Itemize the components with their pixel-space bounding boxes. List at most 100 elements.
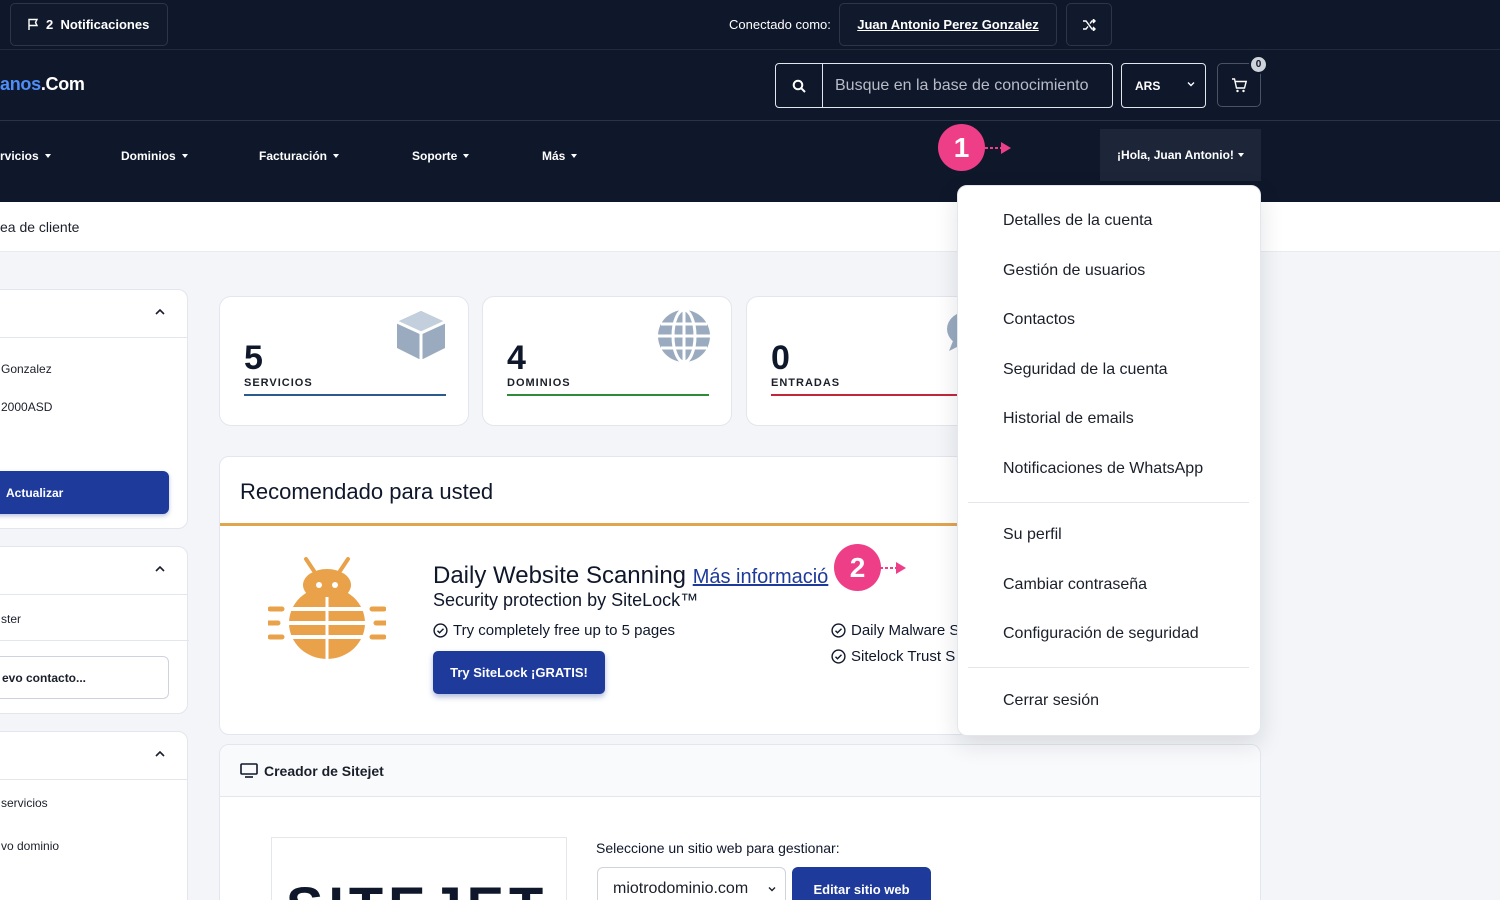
search-button[interactable] bbox=[776, 64, 823, 107]
caret-down-icon bbox=[333, 154, 340, 158]
chevron-up-icon bbox=[155, 308, 165, 315]
chevron-down-icon bbox=[768, 887, 776, 892]
cube-icon bbox=[396, 311, 446, 360]
new-contact-button[interactable]: evo contacto... bbox=[0, 656, 169, 699]
feature-item: Sitelock Trust S bbox=[831, 648, 955, 665]
stat-label: SERVICIOS bbox=[244, 377, 313, 389]
check-circle-icon bbox=[433, 623, 448, 638]
stat-underline bbox=[771, 394, 973, 396]
menu-item-security-settings[interactable]: Configuración de seguridad bbox=[1003, 625, 1199, 643]
sidebar-shortcuts-panel: servicios vo dominio bbox=[0, 731, 188, 900]
site-select-label: Seleccione un sitio web para gestionar: bbox=[596, 840, 840, 856]
check-circle-icon bbox=[831, 623, 846, 638]
knowledgebase-search bbox=[775, 63, 1113, 108]
nav-billing[interactable]: Facturación bbox=[259, 149, 340, 163]
nav-services[interactable]: rvicios bbox=[0, 149, 51, 163]
feature-item: Try completely free up to 5 pages bbox=[433, 622, 675, 639]
connected-as-label: Conectado como: bbox=[729, 17, 831, 32]
stat-value: 0 bbox=[771, 339, 790, 377]
profile-name: Gonzalez bbox=[1, 362, 52, 376]
sitejet-title: Creador de Sitejet bbox=[264, 762, 384, 779]
menu-item-account-details[interactable]: Detalles de la cuenta bbox=[1003, 212, 1152, 230]
sitejet-header: Creador de Sitejet bbox=[220, 745, 1260, 797]
edit-website-button[interactable]: Editar sitio web bbox=[792, 867, 931, 900]
user-dropdown-menu: Detalles de la cuenta Gestión de usuario… bbox=[957, 185, 1261, 736]
caret-down-icon bbox=[571, 154, 578, 158]
feature-item: Daily Malware S bbox=[831, 622, 959, 639]
stat-card-services[interactable]: 5 SERVICIOS bbox=[219, 296, 469, 426]
chevron-up-icon bbox=[155, 565, 165, 572]
header: anos.Com ARS bbox=[0, 50, 1500, 121]
recommended-panel: Recomendado para usted Daily Website Sca… bbox=[219, 456, 979, 735]
breadcrumb: ea de cliente bbox=[0, 202, 1500, 252]
menu-item-change-password[interactable]: Cambiar contraseña bbox=[1003, 576, 1147, 594]
product-title: Daily Website Scanning Más informació bbox=[433, 562, 829, 589]
menu-item-logout[interactable]: Cerrar sesión bbox=[1003, 692, 1099, 710]
more-info-link[interactable]: Más informació bbox=[693, 566, 829, 588]
switch-account-button[interactable] bbox=[1066, 3, 1112, 46]
nav-domains[interactable]: Dominios bbox=[121, 149, 188, 163]
product-subtitle: Security protection by SiteLock™ bbox=[433, 590, 699, 610]
bug-icon bbox=[268, 557, 386, 659]
panel-header[interactable] bbox=[0, 732, 187, 780]
menu-item-email-history[interactable]: Historial de emails bbox=[1003, 410, 1134, 428]
sidebar-profile-panel: Gonzalez 2000ASD Actualizar bbox=[0, 289, 188, 529]
menu-item-profile[interactable]: Su perfil bbox=[1003, 526, 1062, 544]
check-circle-icon bbox=[831, 649, 846, 664]
stat-label: ENTRADAS bbox=[771, 377, 841, 389]
nav-more[interactable]: Más bbox=[542, 149, 578, 163]
step-marker-2: 2 bbox=[834, 544, 881, 591]
globe-icon bbox=[658, 308, 710, 364]
profile-code: 2000ASD bbox=[1, 400, 53, 414]
sidebar-contacts-panel: ster evo contacto... bbox=[0, 546, 189, 714]
panel-header[interactable] bbox=[0, 547, 187, 595]
currency-select[interactable]: ARS bbox=[1121, 63, 1206, 108]
shortcut-services[interactable]: servicios bbox=[1, 796, 48, 810]
currency-value: ARS bbox=[1135, 78, 1161, 93]
try-sitelock-button[interactable]: Try SiteLock ¡GRATIS! bbox=[433, 651, 605, 694]
notifications-label: 2 Notificaciones bbox=[46, 17, 150, 32]
arrow-right-icon bbox=[985, 142, 1011, 154]
site-select[interactable]: miotrodominio.com bbox=[597, 867, 786, 900]
logged-user-link[interactable]: Juan Antonio Perez Gonzalez bbox=[839, 3, 1057, 46]
menu-item-whatsapp-notifications[interactable]: Notificaciones de WhatsApp bbox=[1003, 460, 1203, 478]
stat-value: 5 bbox=[244, 339, 263, 377]
stat-label: DOMINIOS bbox=[507, 377, 571, 389]
notifications-button[interactable]: 2 Notificaciones bbox=[10, 3, 168, 46]
recommended-title: Recomendado para usted bbox=[240, 479, 494, 504]
step-marker-1: 1 bbox=[938, 124, 985, 171]
menu-item-contacts[interactable]: Contactos bbox=[1003, 311, 1075, 329]
contacts-line[interactable]: ster bbox=[1, 612, 21, 626]
breadcrumb-current: ea de cliente bbox=[0, 219, 80, 235]
cart-count-badge: 0 bbox=[1249, 55, 1268, 74]
top-bar: 2 Notificaciones Conectado como: Juan An… bbox=[0, 0, 1500, 50]
arrow-right-icon bbox=[880, 562, 906, 574]
shuffle-icon bbox=[1083, 18, 1096, 31]
user-menu-toggle[interactable]: ¡Hola, Juan Antonio! bbox=[1100, 129, 1261, 181]
stat-underline bbox=[244, 394, 446, 396]
chevron-up-icon bbox=[155, 750, 165, 757]
recommended-divider bbox=[220, 523, 978, 526]
menu-divider bbox=[968, 667, 1249, 668]
search-input[interactable] bbox=[823, 64, 1112, 107]
logo[interactable]: anos.Com bbox=[0, 74, 85, 95]
sitejet-panel: Creador de Sitejet SITEJET Seleccione un… bbox=[219, 744, 1261, 900]
stat-underline bbox=[507, 394, 709, 396]
monitor-icon bbox=[240, 763, 258, 778]
menu-divider bbox=[968, 502, 1249, 503]
menu-item-account-security[interactable]: Seguridad de la cuenta bbox=[1003, 361, 1168, 379]
menu-item-user-management[interactable]: Gestión de usuarios bbox=[1003, 262, 1145, 280]
caret-down-icon bbox=[181, 154, 188, 158]
stat-value: 4 bbox=[507, 339, 526, 377]
main-nav: rvicios Dominios Facturación Soporte Más… bbox=[0, 121, 1500, 202]
panel-header[interactable] bbox=[0, 290, 187, 338]
sitejet-logo: SITEJET bbox=[271, 837, 567, 900]
caret-down-icon bbox=[1237, 153, 1244, 157]
shortcut-domain[interactable]: vo dominio bbox=[1, 839, 59, 853]
caret-down-icon bbox=[44, 154, 51, 158]
nav-support[interactable]: Soporte bbox=[412, 149, 470, 163]
stat-card-domains[interactable]: 4 DOMINIOS bbox=[482, 296, 732, 426]
caret-down-icon bbox=[463, 154, 470, 158]
chevron-down-icon bbox=[1187, 82, 1195, 87]
update-button[interactable]: Actualizar bbox=[0, 471, 169, 514]
